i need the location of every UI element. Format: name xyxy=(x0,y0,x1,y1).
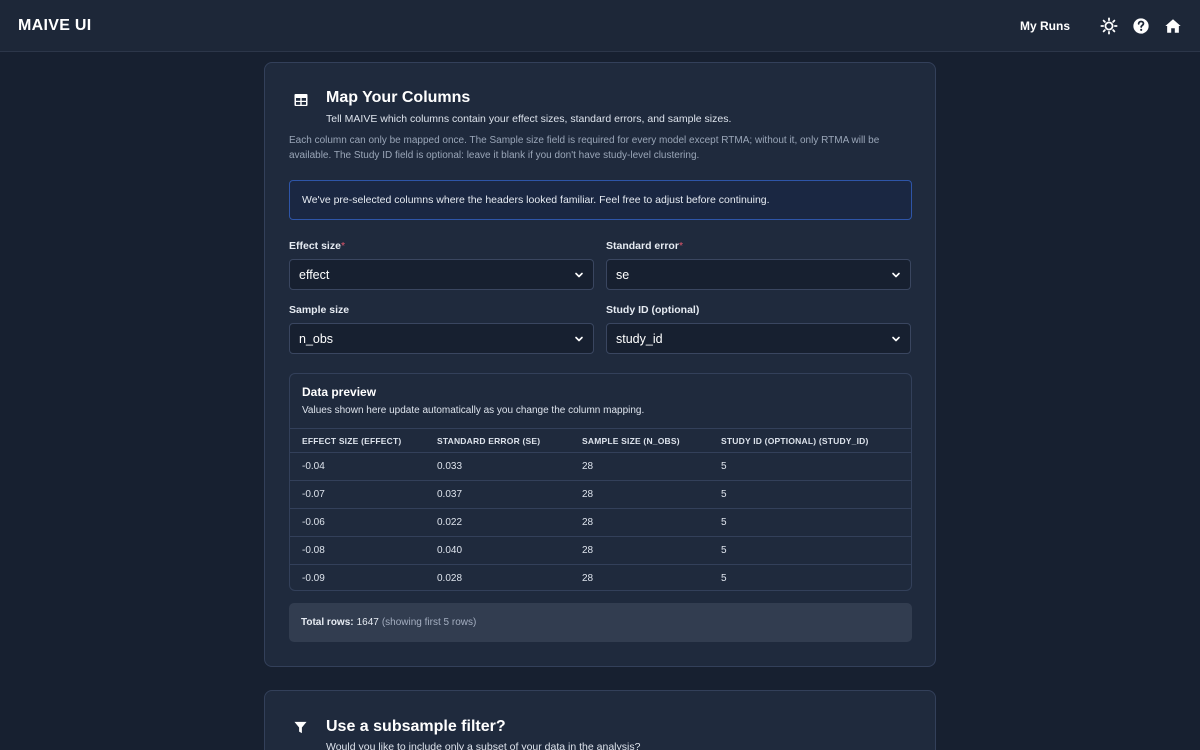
mapping-description: Each column can only be mapped once. The… xyxy=(289,135,880,161)
subsample-subtitle: Would you like to include only a subset … xyxy=(326,741,641,750)
filter-icon xyxy=(294,721,307,734)
data-preview-panel: Data preview Values shown here update au… xyxy=(289,373,912,591)
info-text: We've pre-selected columns where the hea… xyxy=(302,194,770,206)
table-row: -0.09 0.028 28 5 xyxy=(290,564,911,590)
required-mark: * xyxy=(678,240,684,252)
my-runs-link[interactable]: My Runs xyxy=(1020,19,1070,33)
table-cell: 5 xyxy=(721,489,727,500)
total-rows-count: 1647 xyxy=(356,617,379,628)
required-mark: * xyxy=(340,240,346,252)
table-cell: 28 xyxy=(582,517,594,528)
sample-size-value: n_obs xyxy=(299,331,334,346)
table-cell: 0.037 xyxy=(437,489,463,500)
page-title: Map Your Columns xyxy=(326,89,471,106)
map-columns-card: Map Your Columns Tell MAIVE which column… xyxy=(264,62,936,667)
preselect-info-alert: We've pre-selected columns where the hea… xyxy=(289,180,912,220)
effect-size-value: effect xyxy=(299,267,330,282)
table-cell: 5 xyxy=(721,545,727,556)
standard-error-select[interactable]: se xyxy=(606,259,911,290)
table-row: -0.08 0.040 28 5 xyxy=(290,536,911,564)
standard-error-label: Standard error* xyxy=(606,240,684,252)
subsample-filter-card: Use a subsample filter? Would you like t… xyxy=(264,690,936,750)
table-icon xyxy=(294,93,308,107)
subsample-title: Use a subsample filter? xyxy=(326,718,506,735)
total-rows-label: Total rows: xyxy=(301,617,354,628)
table-cell: 0.033 xyxy=(437,461,463,472)
column-header: STANDARD ERROR (SE) xyxy=(437,435,541,446)
table-row: -0.04 0.033 28 5 xyxy=(290,452,911,480)
table-cell: -0.06 xyxy=(302,517,325,528)
chevron-down-icon xyxy=(891,334,901,344)
data-preview-title: Data preview xyxy=(302,385,377,399)
app-title[interactable]: MAIVE UI xyxy=(18,17,92,35)
table-cell: 28 xyxy=(582,461,594,472)
data-preview-table: EFFECT SIZE (EFFECT) STANDARD ERROR (SE)… xyxy=(290,428,911,590)
page-subtitle: Tell MAIVE which columns contain your ef… xyxy=(326,113,732,125)
data-preview-subtitle: Values shown here update automatically a… xyxy=(302,405,645,416)
table-cell: -0.09 xyxy=(302,573,325,584)
chevron-down-icon xyxy=(891,270,901,280)
top-navbar: MAIVE UI My Runs xyxy=(0,0,1200,52)
table-cell: -0.04 xyxy=(302,461,325,472)
column-header: EFFECT SIZE (EFFECT) xyxy=(302,435,402,446)
table-cell: 5 xyxy=(721,461,727,472)
effect-size-label: Effect size* xyxy=(289,240,346,252)
standard-error-value: se xyxy=(616,267,630,282)
study-id-select[interactable]: study_id xyxy=(606,323,911,354)
table-cell: -0.07 xyxy=(302,489,325,500)
table-row: -0.07 0.037 28 5 xyxy=(290,480,911,508)
sample-size-select[interactable]: n_obs xyxy=(289,323,594,354)
table-cell: 0.022 xyxy=(437,517,463,528)
table-cell: -0.08 xyxy=(302,545,325,556)
table-row: -0.06 0.022 28 5 xyxy=(290,508,911,536)
table-cell: 28 xyxy=(582,545,594,556)
effect-size-select[interactable]: effect xyxy=(289,259,594,290)
table-cell: 5 xyxy=(721,517,727,528)
help-icon[interactable] xyxy=(1132,17,1150,35)
sample-size-label: Sample size xyxy=(289,304,350,316)
table-cell: 0.028 xyxy=(437,573,463,584)
home-icon[interactable] xyxy=(1164,17,1182,35)
table-cell: 28 xyxy=(582,489,594,500)
chevron-down-icon xyxy=(574,334,584,344)
table-header-row: EFFECT SIZE (EFFECT) STANDARD ERROR (SE)… xyxy=(290,428,911,452)
column-header: STUDY ID (OPTIONAL) (STUDY_ID) xyxy=(721,435,869,446)
table-cell: 5 xyxy=(721,573,727,584)
sun-icon[interactable] xyxy=(1100,16,1118,35)
chevron-down-icon xyxy=(574,270,584,280)
column-header: SAMPLE SIZE (N_OBS) xyxy=(582,435,680,446)
table-cell: 28 xyxy=(582,573,594,584)
total-rows-note: (showing first 5 rows) xyxy=(381,617,477,628)
study-id-value: study_id xyxy=(616,331,663,346)
table-cell: 0.040 xyxy=(437,545,463,556)
nav-actions: My Runs xyxy=(1020,16,1182,35)
study-id-label: Study ID (optional) xyxy=(606,304,700,316)
total-rows-summary: Total rows: 1647 (showing first 5 rows) xyxy=(289,603,912,642)
